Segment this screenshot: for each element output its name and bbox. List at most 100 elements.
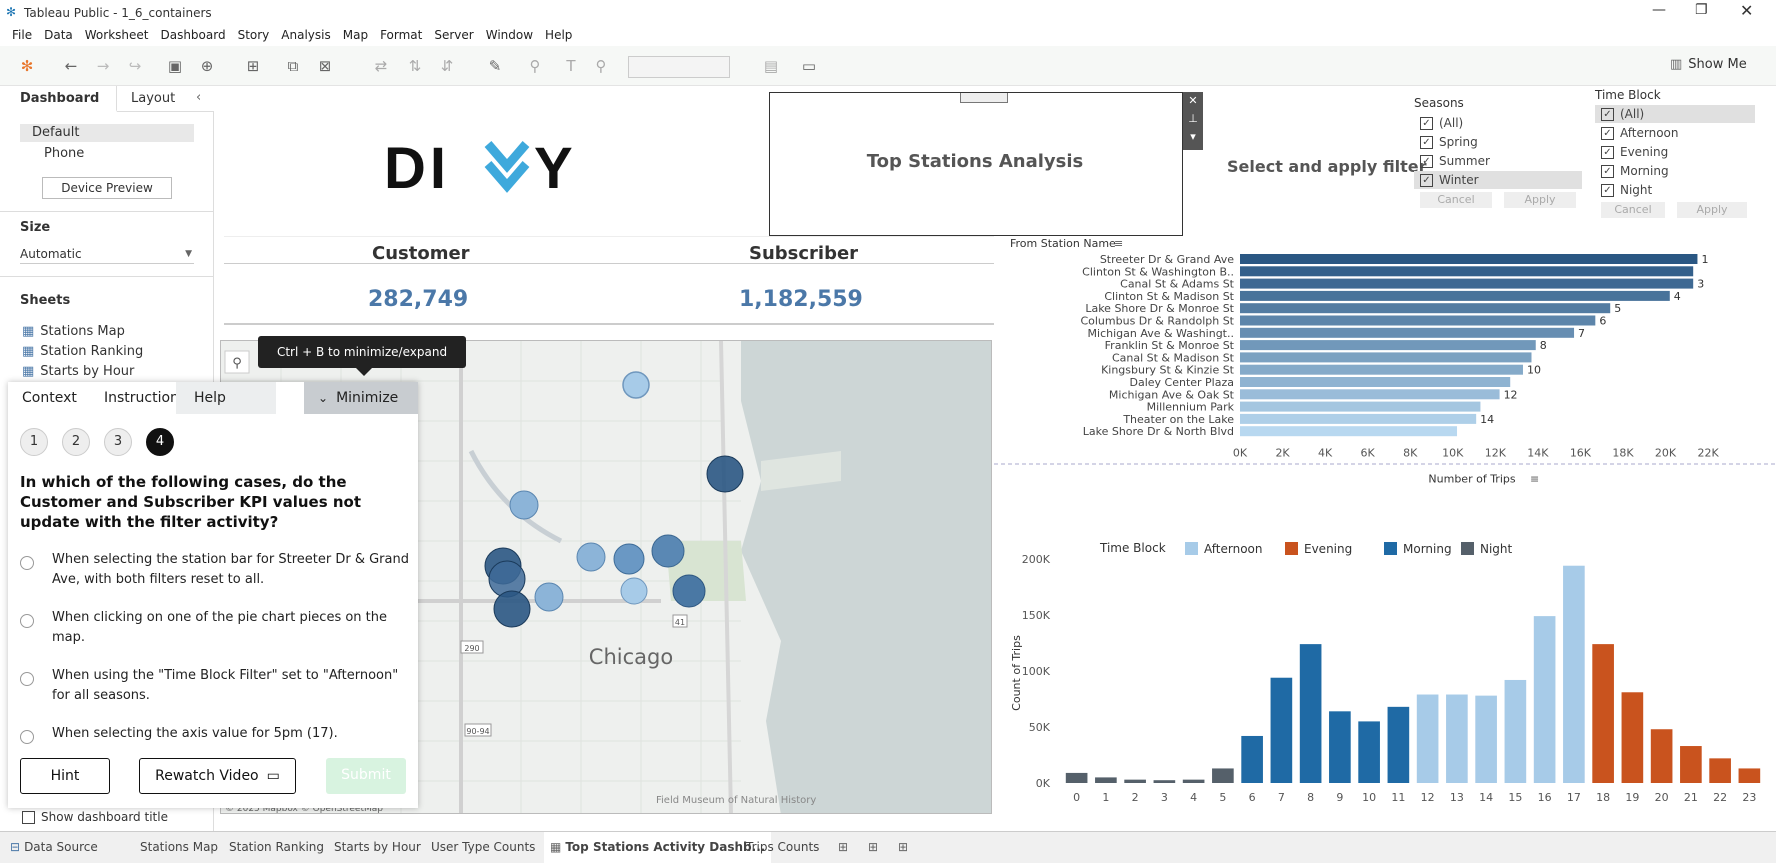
size-dropdown[interactable]: Automatic ▼ bbox=[20, 244, 194, 264]
tab-help[interactable]: Help bbox=[176, 382, 276, 414]
station-bar[interactable] bbox=[1240, 389, 1500, 400]
station-bar[interactable] bbox=[1240, 352, 1532, 363]
sort-icon[interactable]: ≡ bbox=[1114, 237, 1123, 250]
station-bar[interactable] bbox=[1240, 278, 1694, 289]
sheet-item[interactable]: ▦ Station Ranking bbox=[22, 342, 143, 362]
forward-icon[interactable]: → bbox=[92, 56, 114, 76]
minimize-button[interactable]: ⌄ Minimize bbox=[304, 382, 418, 414]
chevron-down-icon[interactable]: ▾ bbox=[1183, 128, 1203, 146]
hour-bar[interactable] bbox=[1709, 758, 1731, 783]
answer-option[interactable]: When selecting the axis value for 5pm (1… bbox=[20, 724, 410, 748]
hour-bar[interactable] bbox=[1680, 746, 1702, 783]
sheet-item[interactable]: ▦ Stations Map bbox=[22, 322, 143, 342]
time-block-cancel-button[interactable]: Cancel bbox=[1601, 202, 1665, 218]
station-marker[interactable] bbox=[509, 490, 539, 520]
step-4[interactable]: 4 bbox=[146, 428, 174, 456]
sheet-item[interactable]: ▦ Starts by Hour bbox=[22, 362, 143, 382]
sort-icon[interactable]: ≡ bbox=[1530, 473, 1539, 486]
station-bar[interactable] bbox=[1240, 364, 1523, 375]
menu-item[interactable]: Window bbox=[486, 26, 533, 44]
floating-container[interactable]: Top Stations Analysis bbox=[769, 92, 1183, 236]
clear-icon[interactable]: ⊠ bbox=[314, 56, 336, 76]
swap-icon[interactable]: ⇄ bbox=[370, 56, 392, 76]
starts-by-hour-chart[interactable]: Time Block Afternoon Evening Morning Night 0K… bbox=[994, 526, 1776, 836]
time-block-option[interactable]: ✓ Morning bbox=[1601, 162, 1669, 180]
label-icon[interactable]: T bbox=[560, 56, 582, 76]
time-block-apply-button[interactable]: Apply bbox=[1677, 202, 1747, 218]
sort-asc-icon[interactable]: ⇅ bbox=[404, 56, 426, 76]
station-marker[interactable] bbox=[706, 455, 744, 493]
save-icon[interactable]: ▣ bbox=[164, 56, 186, 76]
hour-bar[interactable] bbox=[1358, 721, 1380, 783]
menu-item[interactable]: Server bbox=[434, 26, 473, 44]
hour-bar[interactable] bbox=[1738, 768, 1761, 783]
radio-button[interactable] bbox=[20, 672, 34, 686]
close-window-button[interactable]: ✕ bbox=[1740, 1, 1753, 20]
hour-bar[interactable] bbox=[1504, 679, 1527, 783]
hour-bar[interactable] bbox=[1446, 694, 1468, 783]
hour-bar[interactable] bbox=[1475, 695, 1497, 783]
tab-dashboard[interactable]: Dashboard bbox=[0, 86, 117, 112]
answer-option[interactable]: When using the "Time Block Filter" set t… bbox=[20, 666, 410, 708]
station-bar[interactable] bbox=[1240, 327, 1575, 338]
legend-swatch[interactable] bbox=[1461, 542, 1474, 555]
tableau-home-icon[interactable]: ✻ bbox=[16, 56, 38, 76]
station-bar[interactable] bbox=[1240, 303, 1611, 314]
legend-swatch[interactable] bbox=[1285, 542, 1298, 555]
new-dashboard-icon[interactable]: ⊞ bbox=[868, 840, 878, 854]
drag-handle[interactable] bbox=[960, 93, 1008, 103]
show-cards-icon[interactable]: ▤ bbox=[760, 56, 782, 76]
legend-swatch[interactable] bbox=[1185, 542, 1198, 555]
back-icon[interactable]: ← bbox=[60, 56, 82, 76]
station-bar[interactable] bbox=[1240, 401, 1481, 412]
tab-station-ranking[interactable]: Station Ranking bbox=[229, 840, 324, 854]
tab-starts-by-hour[interactable]: Starts by Hour bbox=[334, 840, 421, 854]
collapse-panel-icon[interactable]: ‹ bbox=[196, 90, 201, 105]
radio-button[interactable] bbox=[20, 614, 34, 628]
station-marker[interactable] bbox=[620, 577, 648, 605]
legend-swatch[interactable] bbox=[1384, 542, 1397, 555]
tab-context[interactable]: Context bbox=[22, 382, 77, 414]
tab-top-stations-dashboard[interactable]: ▦ Top Stations Activity Dashb... bbox=[544, 832, 772, 863]
hour-bar[interactable] bbox=[1182, 779, 1205, 783]
device-default[interactable]: Default bbox=[20, 124, 194, 142]
maximize-window-button[interactable]: ❐ bbox=[1695, 2, 1708, 18]
device-phone[interactable]: Phone bbox=[44, 146, 84, 161]
menu-item[interactable]: Help bbox=[545, 26, 572, 44]
radio-button[interactable] bbox=[20, 730, 34, 744]
time-block-option[interactable]: ✓ Evening bbox=[1601, 143, 1668, 161]
tab-instructions[interactable]: Instructions bbox=[104, 382, 186, 414]
radio-button[interactable] bbox=[20, 556, 34, 570]
show-title-checkbox[interactable]: Show dashboard title bbox=[22, 810, 168, 824]
pin-icon[interactable]: ⚲ bbox=[590, 56, 612, 76]
hour-bar[interactable] bbox=[1124, 779, 1146, 783]
station-marker[interactable] bbox=[613, 543, 645, 575]
duplicate-icon[interactable]: ⧉ bbox=[282, 56, 304, 76]
season-option[interactable]: ✓ Winter bbox=[1414, 171, 1582, 189]
pin-icon[interactable]: ⊥ bbox=[1183, 110, 1203, 128]
hour-bar[interactable] bbox=[1650, 729, 1673, 783]
highlight-icon[interactable]: ✎ bbox=[484, 56, 506, 76]
station-bar[interactable] bbox=[1240, 413, 1477, 424]
hour-bar[interactable] bbox=[1153, 780, 1176, 783]
fit-dropdown[interactable] bbox=[628, 56, 730, 78]
station-bar[interactable] bbox=[1240, 266, 1694, 277]
hour-bar[interactable] bbox=[1592, 644, 1614, 783]
station-marker[interactable] bbox=[622, 371, 650, 399]
answer-option[interactable]: When selecting the station bar for Stree… bbox=[20, 550, 410, 592]
hour-bar[interactable] bbox=[1329, 711, 1351, 783]
device-preview-button[interactable]: Device Preview bbox=[42, 177, 172, 199]
step-2[interactable]: 2 bbox=[62, 428, 90, 456]
station-marker[interactable] bbox=[672, 574, 706, 608]
hour-bar[interactable] bbox=[1095, 777, 1117, 783]
step-1[interactable]: 1 bbox=[20, 428, 48, 456]
tab-stations-map[interactable]: Stations Map bbox=[140, 840, 218, 854]
hint-button[interactable]: Hint bbox=[20, 758, 110, 794]
hour-bar[interactable] bbox=[1533, 616, 1556, 783]
close-icon[interactable]: ✕ bbox=[1183, 92, 1203, 110]
minimize-window-button[interactable]: — bbox=[1652, 2, 1666, 18]
station-marker[interactable] bbox=[493, 590, 531, 628]
menu-item[interactable]: Dashboard bbox=[160, 26, 225, 44]
sort-desc-icon[interactable]: ⇵ bbox=[436, 56, 458, 76]
seasons-cancel-button[interactable]: Cancel bbox=[1420, 192, 1492, 208]
